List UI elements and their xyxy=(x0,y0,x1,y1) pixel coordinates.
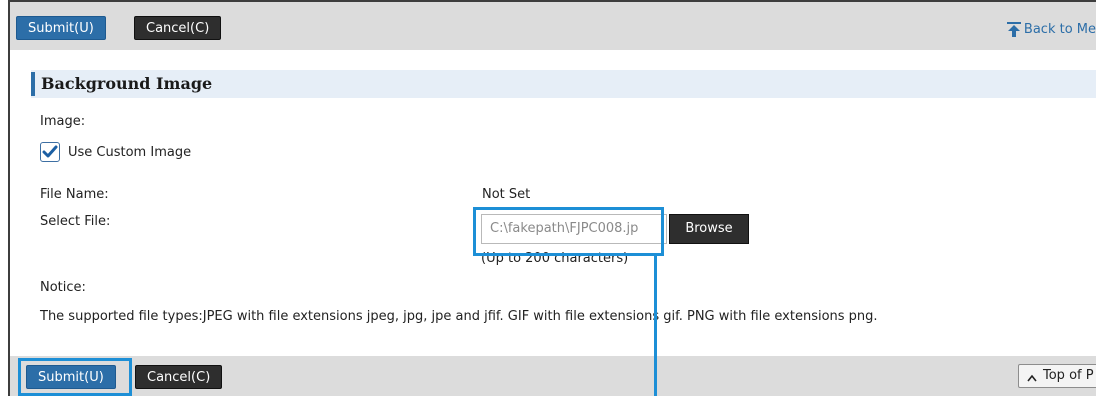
back-to-menu-label: Back to Me xyxy=(1023,22,1096,37)
image-label: Image: xyxy=(40,114,86,129)
use-custom-image-checkbox[interactable] xyxy=(40,142,60,162)
file-input-callout-box xyxy=(473,207,664,256)
top-of-page-button[interactable]: Top of P xyxy=(1018,364,1096,388)
submit-callout-box xyxy=(18,358,132,396)
chevron-up-icon xyxy=(1026,370,1038,382)
back-to-menu-link[interactable]: Back to Me xyxy=(1006,20,1096,40)
section-title: Background Image xyxy=(41,74,213,93)
section-header: Background Image xyxy=(31,70,1096,98)
bottom-toolbar: Submit(U) Cancel(C) Top of P xyxy=(10,356,1096,396)
page-frame-left xyxy=(8,0,10,396)
submit-button-top[interactable]: Submit(U) xyxy=(16,16,106,40)
cancel-button-top[interactable]: Cancel(C) xyxy=(134,16,222,40)
file-name-value: Not Set xyxy=(482,187,531,202)
file-name-label: File Name: xyxy=(40,187,109,202)
callout-connector-line xyxy=(654,256,657,396)
top-of-page-label: Top of P xyxy=(1043,368,1094,383)
notice-text: The supported file types:JPEG with file … xyxy=(40,309,878,324)
notice-label: Notice: xyxy=(40,280,86,295)
checkmark-icon xyxy=(42,145,58,158)
back-to-menu-icon xyxy=(1006,21,1022,39)
browse-button[interactable]: Browse xyxy=(669,214,749,244)
cancel-button-bottom[interactable]: Cancel(C) xyxy=(135,365,223,389)
use-custom-image-label[interactable]: Use Custom Image xyxy=(68,145,191,160)
section-header-accent xyxy=(31,72,35,96)
top-toolbar: Submit(U) Cancel(C) Back to Me xyxy=(10,2,1096,50)
select-file-label: Select File: xyxy=(40,214,111,229)
